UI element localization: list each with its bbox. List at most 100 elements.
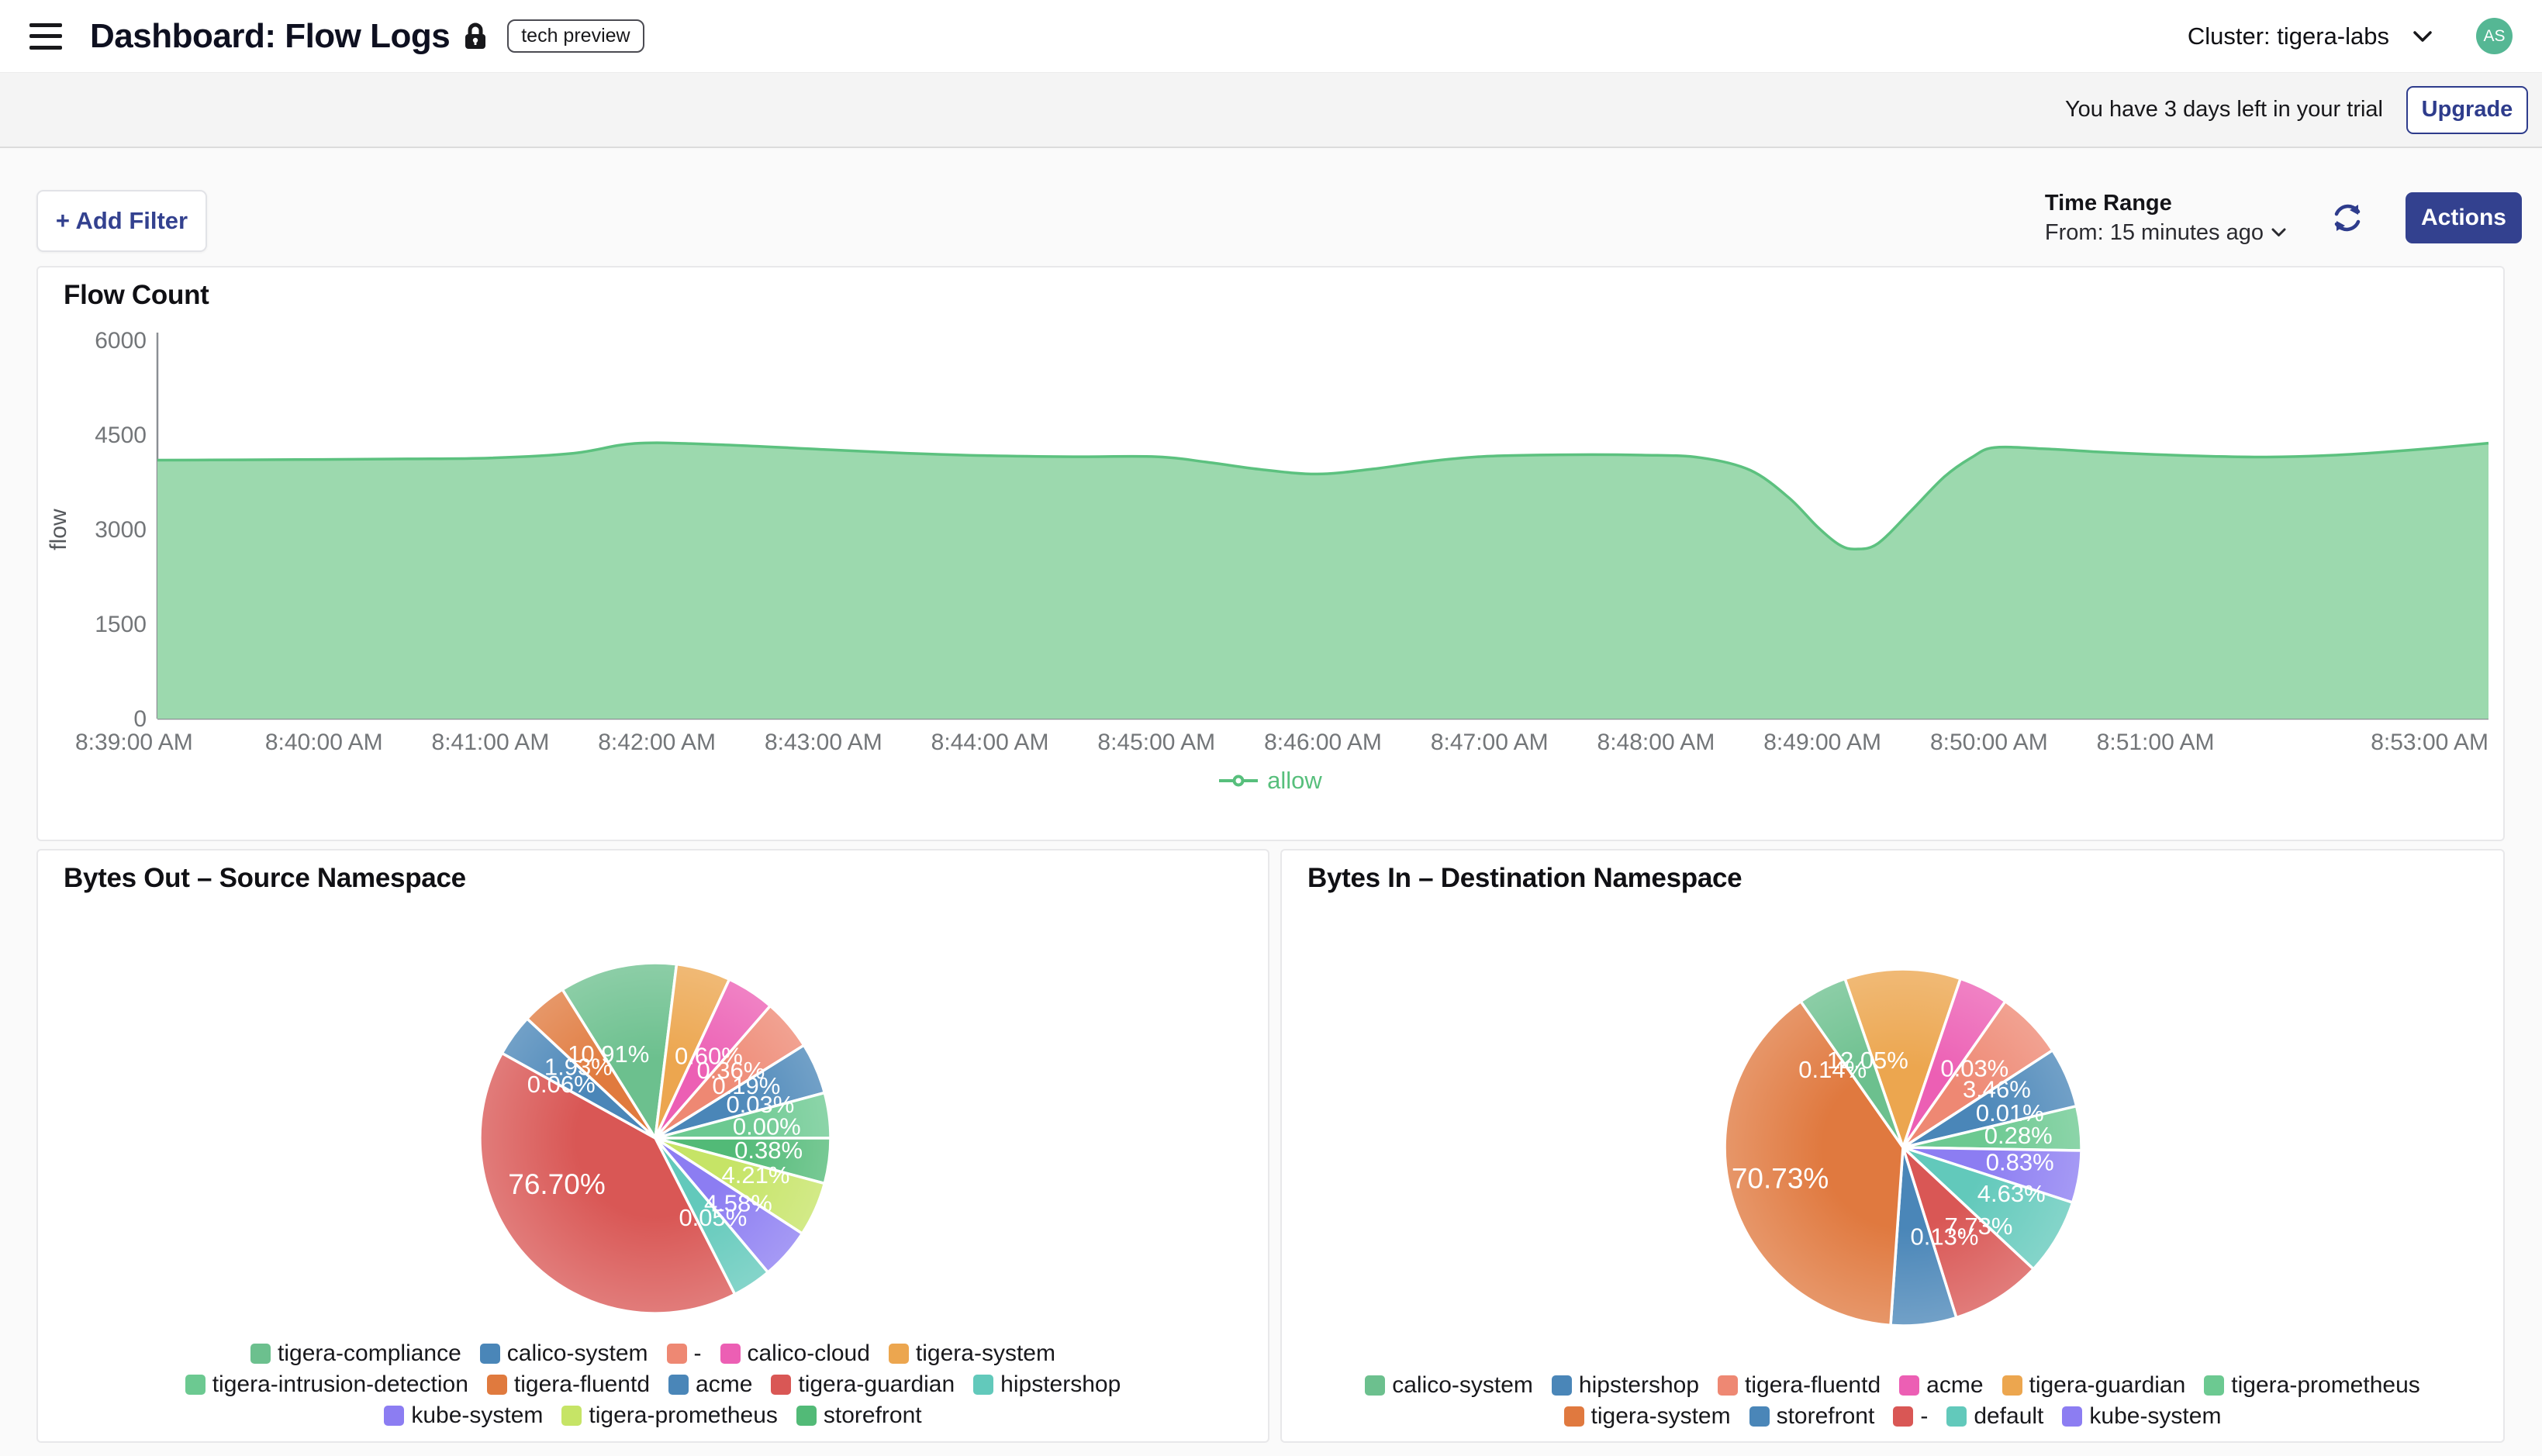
legend-swatch [561, 1406, 582, 1426]
x-tick-label: 8:48:00 AM [1597, 730, 1715, 755]
legend-item-default[interactable]: default [1946, 1403, 2043, 1430]
legend-swatch [487, 1375, 507, 1395]
pie-percent-label: 1.93% [544, 1053, 613, 1080]
flow-count-card: Flow Count 01500300045006000flow8:39:00 … [36, 266, 2505, 841]
legend-label: tigera-prometheus [589, 1403, 777, 1429]
legend-item-calico-cloud[interactable]: calico-cloud [720, 1340, 870, 1367]
legend-row: tigera-system storefront- default kube-syst… [1555, 1401, 2231, 1432]
x-tick-label: 8:39:00 AM [75, 730, 193, 755]
legend-item-hipstershop[interactable]: hipstershop [1552, 1372, 1699, 1399]
legend-item--[interactable]: - [1893, 1403, 1928, 1430]
top-app-bar: Dashboard: Flow Logs tech preview Cluste… [0, 0, 2542, 73]
legend-swatch [2204, 1375, 2224, 1396]
menu-icon[interactable] [29, 23, 62, 50]
add-filter-button[interactable]: + Add Filter [36, 190, 207, 252]
time-range-label: Time Range [2045, 188, 2286, 218]
chevron-down-icon[interactable] [2412, 30, 2433, 43]
legend-item-tigera-compliance[interactable]: tigera-compliance [250, 1340, 461, 1367]
legend-label: tigera-prometheus [2231, 1372, 2419, 1399]
legend-item-acme[interactable]: acme [668, 1371, 752, 1398]
legend-row: calico-system hipstershop tigera-fluentd ac… [1356, 1370, 2430, 1401]
legend-item-tigera-system[interactable]: tigera-system [1564, 1403, 1731, 1430]
time-range-selector[interactable]: Time Range From: 15 minutes ago [2045, 188, 2286, 248]
legend-item-hipstershop[interactable]: hipstershop [973, 1371, 1121, 1398]
avatar[interactable]: AS [2476, 18, 2513, 54]
cluster-selector[interactable]: Cluster: tigera-labs [2188, 22, 2389, 50]
legend-label: kube-system [2089, 1403, 2221, 1430]
legend-label: storefront [1777, 1403, 1875, 1430]
legend-item-calico-system[interactable]: calico-system [1365, 1372, 1533, 1399]
legend-swatch [771, 1375, 791, 1395]
flow-area[interactable] [157, 443, 2488, 719]
allow-legend-label: allow [1267, 767, 1322, 795]
legend-swatch [667, 1344, 687, 1364]
x-tick-label: 8:45:00 AM [1097, 730, 1215, 755]
legend-item-tigera-guardian[interactable]: tigera-guardian [2002, 1372, 2186, 1399]
time-range-value: From: 15 minutes ago [2045, 218, 2264, 247]
legend-swatch [1749, 1406, 1770, 1427]
pie-percent-label: 0.83% [1986, 1148, 2054, 1175]
bytes-out-legend: tigera-compliance calico-system-calico-cl… [38, 1338, 1268, 1431]
legend-item-tigera-guardian[interactable]: tigera-guardian [771, 1371, 955, 1398]
upgrade-button[interactable]: Upgrade [2406, 86, 2528, 134]
pie-percent-label: 3.46% [1963, 1075, 2031, 1102]
y-axis-label: flow [46, 509, 71, 550]
bytes-in-card: Bytes In – Destination Namespace 12.05%0… [1280, 849, 2505, 1443]
x-tick-label: 8:51:00 AM [2097, 730, 2215, 755]
pie-percent-label: 0.14% [1798, 1056, 1867, 1083]
legend-swatch [1946, 1406, 1967, 1427]
legend-item-tigera-fluentd[interactable]: tigera-fluentd [487, 1371, 650, 1398]
bytes-out-pie-chart[interactable]: 10.91%0.60%0.36%0.19%0.03%0.00%0.38%4.21… [38, 850, 1268, 1339]
pie-percent-label: 70.73% [1732, 1163, 1829, 1195]
bytes-in-pie-chart[interactable]: 12.05%0.03%3.46%0.01%0.28%0.83%4.63%7.73… [1282, 850, 2503, 1368]
legend-item--[interactable]: - [667, 1340, 702, 1367]
legend-item-tigera-system[interactable]: tigera-system [889, 1340, 1055, 1367]
x-tick-label: 8:41:00 AM [432, 730, 550, 755]
y-tick-label: 6000 [95, 328, 147, 354]
legend-label: tigera-guardian [2029, 1372, 2186, 1399]
pie-percent-label: 4.21% [722, 1161, 790, 1189]
actions-button[interactable]: Actions [2406, 192, 2522, 243]
legend-item-kube-system[interactable]: kube-system [384, 1403, 543, 1429]
pie-percent-label: 4.63% [1977, 1180, 2046, 1207]
legend-swatch [1718, 1375, 1738, 1396]
legend-label: default [1974, 1403, 2043, 1430]
legend-swatch [480, 1344, 500, 1364]
trial-banner: You have 3 days left in your trial Upgra… [0, 73, 2542, 148]
legend-swatch [1893, 1406, 1913, 1427]
legend-item-storefront[interactable]: storefront [1749, 1403, 1875, 1430]
x-tick-label: 8:44:00 AM [931, 730, 1049, 755]
legend-label: kube-system [411, 1403, 543, 1429]
bytes-in-legend: calico-system hipstershop tigera-fluentd ac… [1282, 1370, 2503, 1432]
flow-legend[interactable]: allow [38, 767, 2503, 795]
lock-icon [464, 22, 487, 50]
legend-item-tigera-intrusion-detection[interactable]: tigera-intrusion-detection [185, 1371, 468, 1398]
legend-swatch [250, 1344, 271, 1364]
allow-legend-icon [1219, 775, 1258, 787]
flow-count-chart[interactable]: 01500300045006000flow8:39:00 AM8:40:00 A… [38, 267, 2503, 764]
y-tick-label: 4500 [95, 423, 147, 448]
legend-swatch [973, 1375, 993, 1395]
legend-item-calico-system[interactable]: calico-system [480, 1340, 648, 1367]
x-tick-label: 8:50:00 AM [1930, 730, 2048, 755]
legend-label: tigera-system [1591, 1403, 1731, 1430]
legend-label: acme [1926, 1372, 1983, 1399]
tech-preview-badge: tech preview [507, 19, 644, 53]
legend-label: hipstershop [1000, 1371, 1121, 1398]
legend-swatch [2062, 1406, 2082, 1427]
refresh-icon[interactable] [2330, 200, 2365, 236]
legend-item-tigera-prometheus[interactable]: tigera-prometheus [561, 1403, 777, 1429]
legend-swatch [1365, 1375, 1385, 1396]
legend-swatch [889, 1344, 909, 1364]
legend-item-kube-system[interactable]: kube-system [2062, 1403, 2221, 1430]
legend-swatch [720, 1344, 741, 1364]
legend-label: acme [696, 1371, 752, 1398]
pie-percent-label: 0.38% [734, 1137, 803, 1164]
legend-swatch [2002, 1375, 2022, 1396]
legend-item-storefront[interactable]: storefront [796, 1403, 922, 1429]
legend-label: tigera-fluentd [514, 1371, 650, 1398]
legend-item-tigera-prometheus[interactable]: tigera-prometheus [2204, 1372, 2419, 1399]
x-tick-label: 8:40:00 AM [265, 730, 383, 755]
legend-item-tigera-fluentd[interactable]: tigera-fluentd [1718, 1372, 1881, 1399]
legend-item-acme[interactable]: acme [1899, 1372, 1983, 1399]
